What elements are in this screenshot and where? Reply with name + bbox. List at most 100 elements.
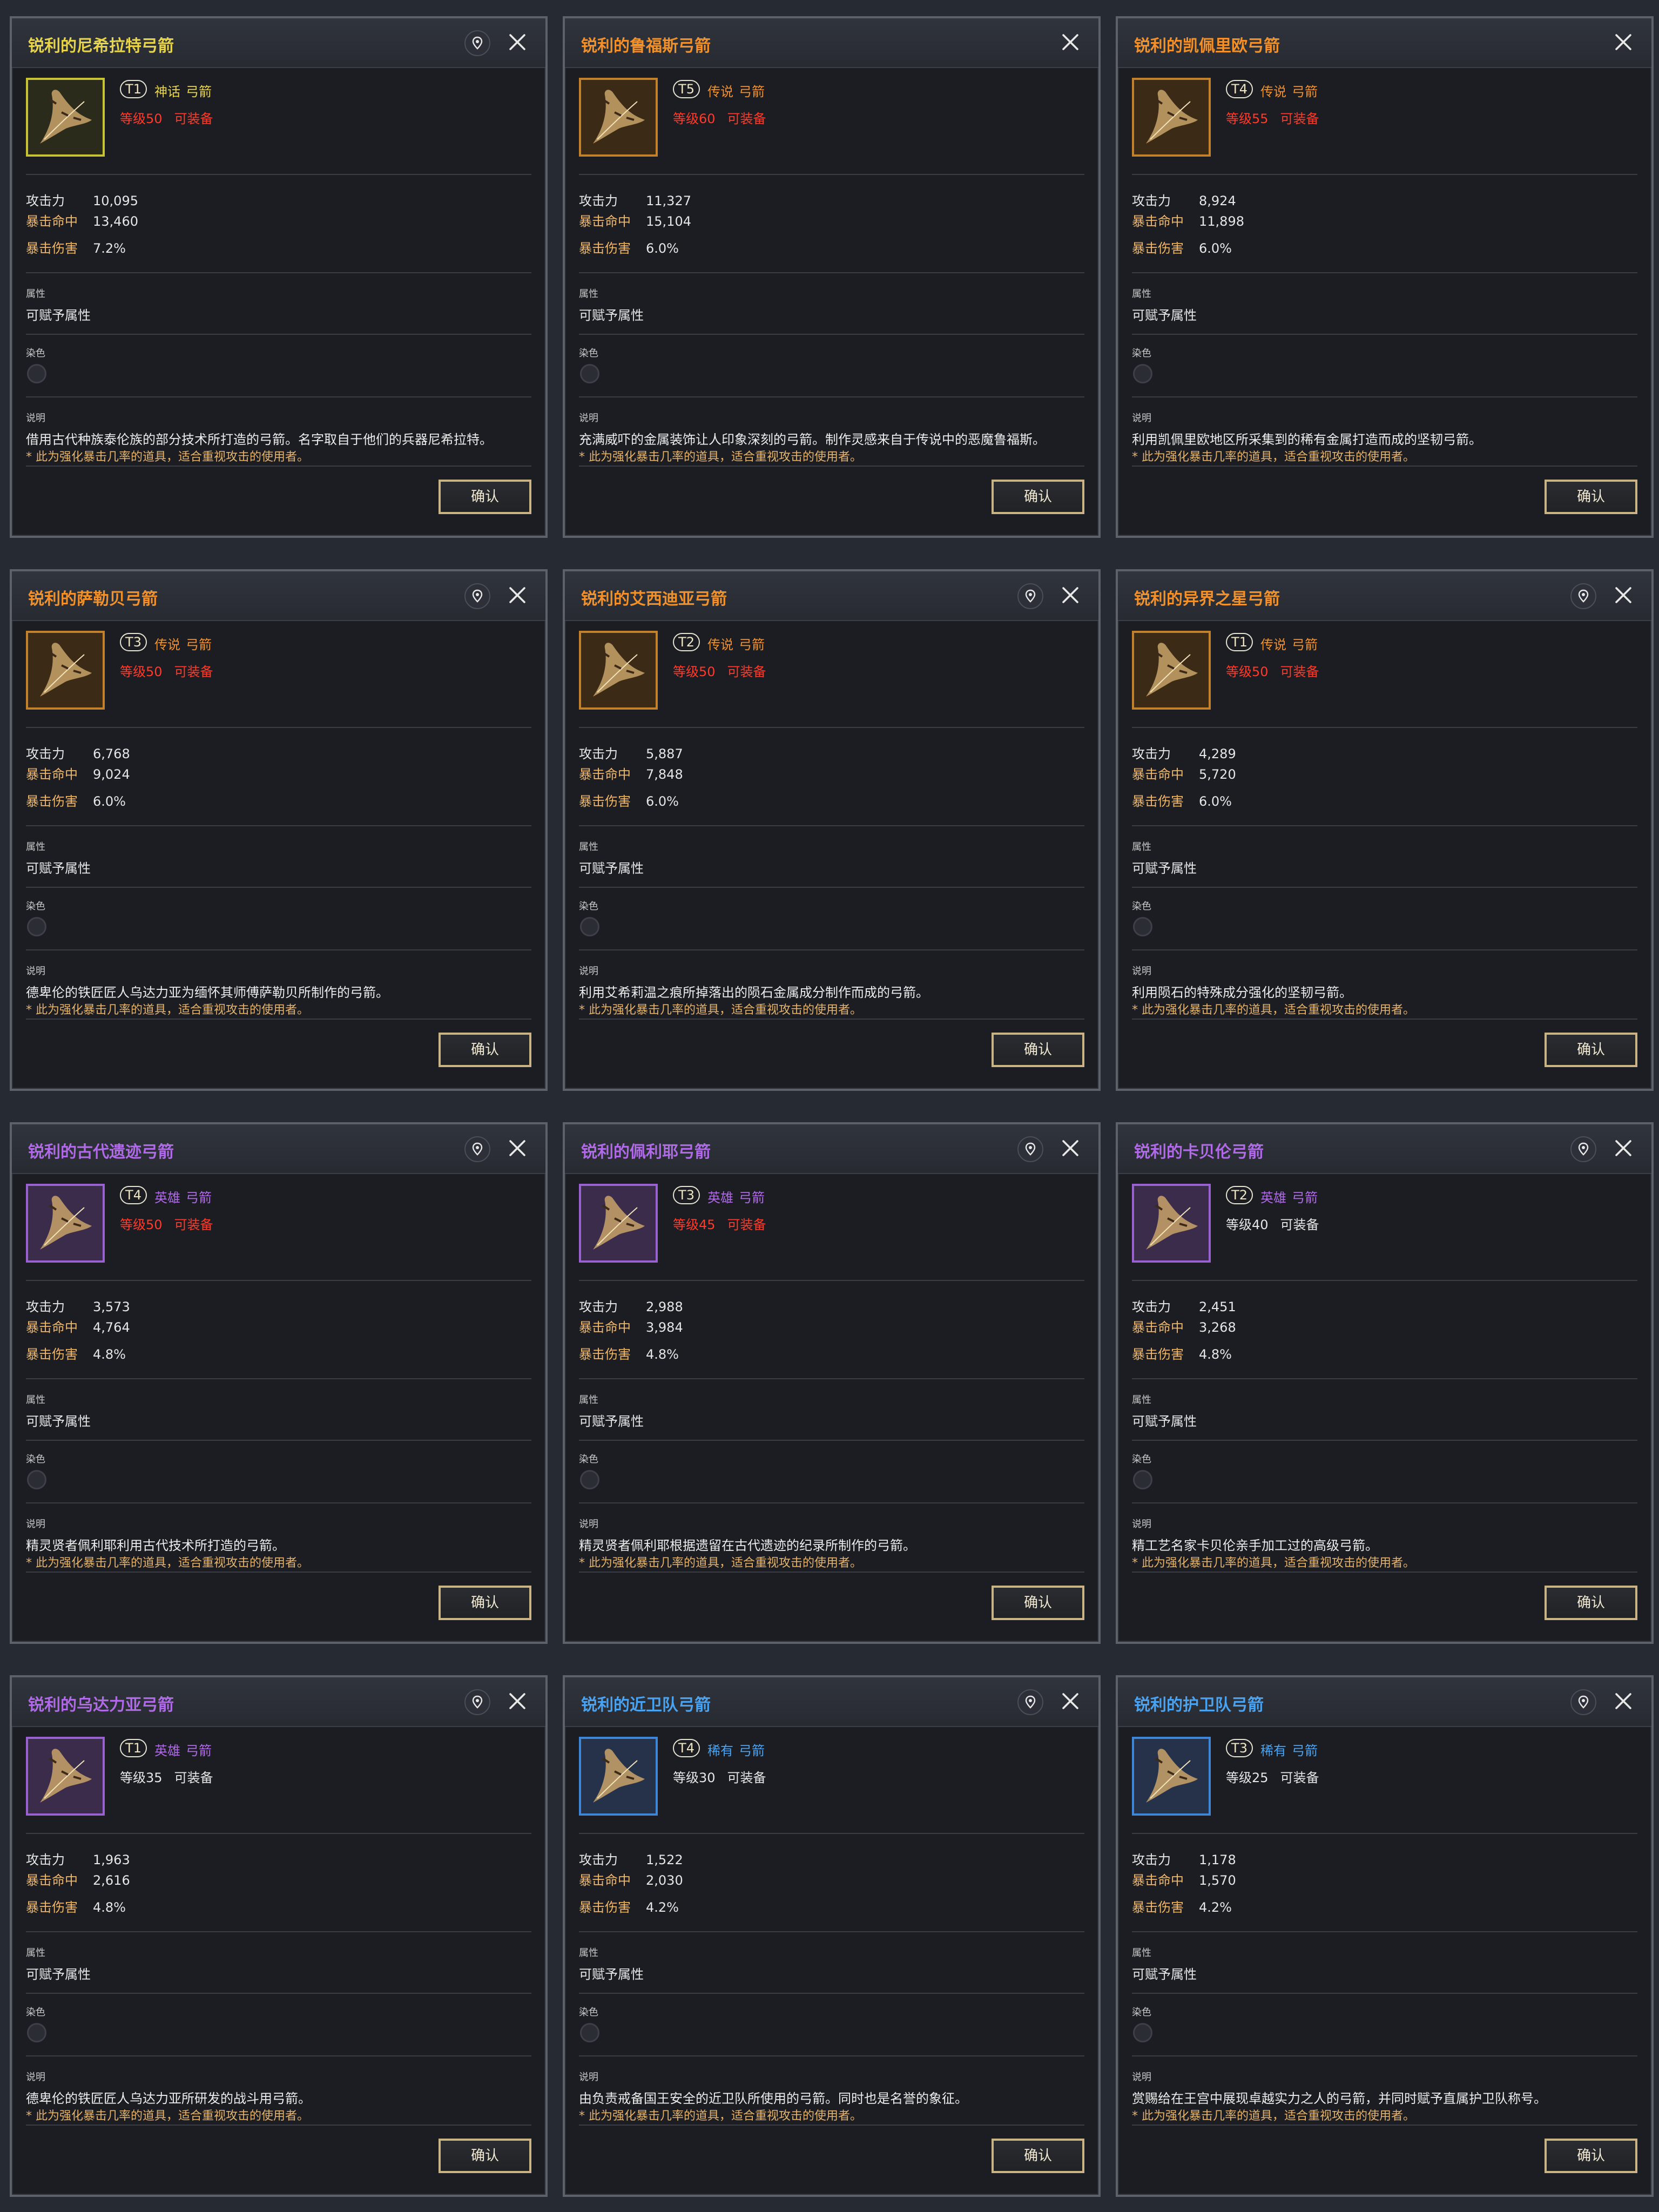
item-title: 锐利的尼希拉特弓箭 (28, 37, 174, 56)
property-label: 属性 (579, 841, 598, 853)
confirm-button[interactable]: 确认 (992, 480, 1084, 514)
confirm-button[interactable]: 确认 (439, 1586, 531, 1620)
map-pin-button[interactable] (1017, 1689, 1043, 1715)
confirm-button[interactable]: 确认 (439, 1033, 531, 1067)
item-title: 锐利的异界之星弓箭 (1134, 590, 1280, 609)
map-pin-button[interactable] (1570, 1136, 1596, 1162)
dye-slot[interactable] (1133, 917, 1152, 936)
close-button[interactable] (503, 1687, 531, 1715)
item-icon-slot (26, 631, 105, 710)
close-button[interactable] (503, 1134, 531, 1162)
crit-hit-value: 2,030 (646, 1873, 683, 1888)
map-pin-button[interactable] (1570, 583, 1596, 609)
confirm-button[interactable]: 确认 (1545, 1033, 1637, 1067)
dye-slot[interactable] (1133, 1470, 1152, 1489)
description-text: 精灵贤者佩利耶根据遗留在古代遗迹的纪录所制作的弓箭。 (579, 1538, 916, 1553)
close-button[interactable] (1609, 581, 1637, 609)
divider (579, 1502, 1084, 1503)
crit-hit-label: 暴击命中 (1132, 1320, 1184, 1335)
property-value: 可赋予属性 (579, 308, 644, 323)
close-button[interactable] (503, 28, 531, 56)
level-requirement: 等级55 可装备 (1226, 108, 1319, 127)
divider (579, 1280, 1084, 1281)
stat-attack: 攻击力 10,095 (26, 190, 138, 209)
description-note: * 此为强化暴击几率的道具，适合重视攻击的使用者。 (1132, 450, 1415, 464)
crit-damage-label: 暴击伤害 (1132, 794, 1184, 809)
confirm-button[interactable]: 确认 (992, 1586, 1084, 1620)
confirm-button[interactable]: 确认 (1545, 2139, 1637, 2173)
close-button[interactable] (1056, 28, 1084, 56)
close-icon (1062, 1693, 1078, 1709)
description-text: 精灵贤者佩利耶利用古代技术所打造的弓箭。 (26, 1538, 285, 1553)
confirm-button[interactable]: 确认 (439, 2139, 531, 2173)
close-button[interactable] (1609, 28, 1637, 56)
description-label: 说明 (26, 413, 45, 424)
item-icon-slot (1132, 1184, 1211, 1263)
map-pin-button[interactable] (1017, 583, 1043, 609)
divider (1132, 334, 1637, 335)
bow-icon (1134, 633, 1209, 707)
dye-slot[interactable] (580, 1470, 599, 1489)
confirm-button[interactable]: 确认 (1545, 1586, 1637, 1620)
crit-hit-value: 9,024 (93, 767, 130, 782)
dye-slot[interactable] (580, 2023, 599, 2042)
close-button[interactable] (1609, 1687, 1637, 1715)
item-title: 锐利的佩利耶弓箭 (581, 1143, 711, 1162)
dye-slot[interactable] (27, 2023, 46, 2042)
stat-attack: 攻击力 3,573 (26, 1296, 130, 1315)
close-icon (509, 1693, 525, 1709)
confirm-button[interactable]: 确认 (439, 480, 531, 514)
close-icon (1615, 1140, 1631, 1156)
dye-slot[interactable] (1133, 364, 1152, 383)
close-button[interactable] (1609, 1134, 1637, 1162)
divider (579, 727, 1084, 728)
item-type-label: 弓箭 (739, 1190, 765, 1205)
crit-hit-label: 暴击命中 (579, 214, 631, 229)
map-pin-button[interactable] (1017, 1136, 1043, 1162)
divider (579, 1019, 1084, 1020)
dye-slot[interactable] (580, 917, 599, 936)
dye-slot[interactable] (580, 364, 599, 383)
map-pin-button[interactable] (464, 1689, 490, 1715)
close-button[interactable] (1056, 581, 1084, 609)
property-value: 可赋予属性 (1132, 1967, 1197, 1982)
stat-crit-hit: 暴击命中 2,030 (579, 1870, 683, 1889)
close-button[interactable] (503, 581, 531, 609)
divider (579, 1440, 1084, 1441)
map-pin-icon (1025, 589, 1036, 603)
confirm-button[interactable]: 确认 (992, 2139, 1084, 2173)
confirm-button[interactable]: 确认 (992, 1033, 1084, 1067)
crit-damage-value: 4.2% (1199, 1900, 1232, 1915)
stat-attack: 攻击力 1,522 (579, 1849, 683, 1868)
map-pin-button[interactable] (1570, 1689, 1596, 1715)
stat-crit-hit: 暴击命中 11,898 (1132, 211, 1244, 230)
dye-slot[interactable] (1133, 2023, 1152, 2042)
dye-label: 染色 (1132, 348, 1151, 359)
dye-slot[interactable] (27, 364, 46, 383)
property-label: 属性 (579, 1947, 598, 1959)
confirm-button[interactable]: 确认 (1545, 480, 1637, 514)
tier-badge: T1 (120, 1739, 147, 1757)
dye-label: 染色 (26, 901, 45, 912)
map-pin-button[interactable] (464, 583, 490, 609)
dye-slot[interactable] (27, 917, 46, 936)
close-button[interactable] (1056, 1134, 1084, 1162)
close-icon (1062, 1140, 1078, 1156)
bow-icon (581, 1186, 656, 1260)
map-pin-button[interactable] (464, 1136, 490, 1162)
crit-hit-value: 7,848 (646, 767, 683, 782)
item-title: 锐利的乌达力亚弓箭 (28, 1696, 174, 1715)
close-button[interactable] (1056, 1687, 1084, 1715)
grade-and-type: 神话 弓箭 (154, 81, 212, 100)
attack-label: 攻击力 (1132, 1852, 1171, 1867)
attack-label: 攻击力 (26, 1852, 65, 1867)
dye-slot[interactable] (27, 1470, 46, 1489)
attack-label: 攻击力 (579, 1852, 618, 1867)
map-pin-icon (1578, 589, 1589, 603)
grade-and-type: 传说 弓箭 (707, 634, 765, 653)
divider (579, 334, 1084, 335)
divider (26, 1833, 531, 1834)
map-pin-icon (1025, 1695, 1036, 1709)
map-pin-button[interactable] (464, 30, 490, 56)
item-icon-slot (26, 78, 105, 157)
